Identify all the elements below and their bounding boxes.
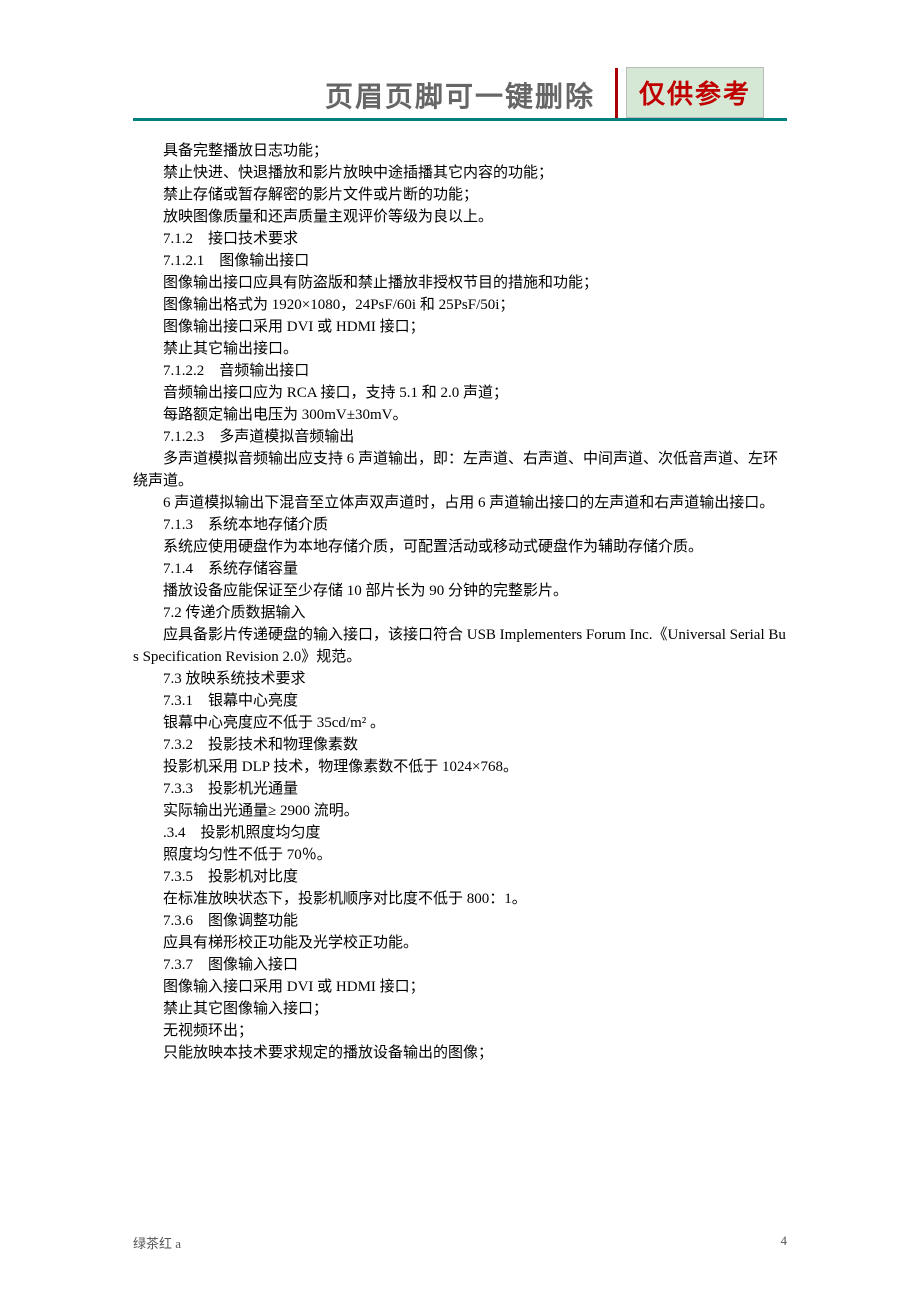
footer-left: 绿茶红 a bbox=[133, 1236, 181, 1251]
body-line: 只能放映本技术要求规定的播放设备输出的图像； bbox=[133, 1042, 787, 1064]
body-line: 实际输出光通量≥ 2900 流明。 bbox=[133, 800, 787, 822]
body-line: 无视频环出； bbox=[133, 1020, 787, 1042]
page-footer: 绿茶红 a 4 bbox=[133, 1233, 787, 1252]
body-line: 禁止存储或暂存解密的影片文件或片断的功能； bbox=[133, 184, 787, 206]
header-stamp: 仅供参考 bbox=[626, 67, 764, 118]
body-line: 银幕中心亮度应不低于 35cd/m² 。 bbox=[133, 712, 787, 734]
body-line: 7.1.4 系统存储容量 bbox=[133, 558, 787, 580]
body-line: 7.3.3 投影机光通量 bbox=[133, 778, 787, 800]
body-line: 禁止快进、快退播放和影片放映中途插播其它内容的功能； bbox=[133, 162, 787, 184]
body-line: 7.1.2.2 音频输出接口 bbox=[133, 360, 787, 382]
body-line: 投影机采用 DLP 技术，物理像素数不低于 1024×768。 bbox=[133, 756, 787, 778]
header-stamp-wrapper: 仅供参考 bbox=[615, 67, 764, 118]
body-line: 多声道模拟音频输出应支持 6 声道输出，即：左声道、右声道、中间声道、次低音声道… bbox=[133, 448, 787, 492]
body-line: 播放设备应能保证至少存储 10 部片长为 90 分钟的完整影片。 bbox=[133, 580, 787, 602]
body-line: 系统应使用硬盘作为本地存储介质，可配置活动或移动式硬盘作为辅助存储介质。 bbox=[133, 536, 787, 558]
page-number: 4 bbox=[781, 1233, 788, 1249]
body-line: 放映图像质量和还声质量主观评价等级为良以上。 bbox=[133, 206, 787, 228]
header-underline bbox=[133, 118, 787, 121]
body-line: 7.3.7 图像输入接口 bbox=[133, 954, 787, 976]
body-line: 在标准放映状态下，投影机顺序对比度不低于 800：1。 bbox=[133, 888, 787, 910]
body-line: 7.3.1 银幕中心亮度 bbox=[133, 690, 787, 712]
body-line: 7.1.3 系统本地存储介质 bbox=[133, 514, 787, 536]
body-line: 7.3.2 投影技术和物理像素数 bbox=[133, 734, 787, 756]
body-line: 图像输出接口应具有防盗版和禁止播放非授权节目的措施和功能； bbox=[133, 272, 787, 294]
body-line: 具备完整播放日志功能； bbox=[133, 140, 787, 162]
body-line: 7.1.2 接口技术要求 bbox=[133, 228, 787, 250]
body-line: .3.4 投影机照度均匀度 bbox=[133, 822, 787, 844]
body-line: 照度均匀性不低于 70％。 bbox=[133, 844, 787, 866]
page-header: 页眉页脚可一键删除 仅供参考 bbox=[0, 75, 920, 115]
body-line: 图像输出接口采用 DVI 或 HDMI 接口； bbox=[133, 316, 787, 338]
body-line: 7.1.2.3 多声道模拟音频输出 bbox=[133, 426, 787, 448]
body-line: 7.3.6 图像调整功能 bbox=[133, 910, 787, 932]
body-line: 应具备影片传递硬盘的输入接口，该接口符合 USB Implementers Fo… bbox=[133, 624, 787, 668]
body-line: 7.3.5 投影机对比度 bbox=[133, 866, 787, 888]
body-line: 6 声道模拟输出下混音至立体声双声道时，占用 6 声道输出接口的左声道和右声道输… bbox=[133, 492, 787, 514]
body-line: 禁止其它输出接口。 bbox=[133, 338, 787, 360]
stamp-divider bbox=[615, 68, 618, 118]
body-line: 7.2 传递介质数据输入 bbox=[133, 602, 787, 624]
body-line: 音频输出接口应为 RCA 接口，支持 5.1 和 2.0 声道； bbox=[133, 382, 787, 404]
body-line: 图像输入接口采用 DVI 或 HDMI 接口； bbox=[133, 976, 787, 998]
body-line: 7.1.2.1 图像输出接口 bbox=[133, 250, 787, 272]
document-body: 具备完整播放日志功能；禁止快进、快退播放和影片放映中途插播其它内容的功能；禁止存… bbox=[133, 140, 787, 1064]
body-line: 每路额定输出电压为 300mV±30mV。 bbox=[133, 404, 787, 426]
body-line: 禁止其它图像输入接口； bbox=[133, 998, 787, 1020]
header-title: 页眉页脚可一键删除 bbox=[325, 75, 595, 115]
body-line: 7.3 放映系统技术要求 bbox=[133, 668, 787, 690]
body-line: 图像输出格式为 1920×1080，24PsF/60i 和 25PsF/50i； bbox=[133, 294, 787, 316]
body-line: 应具有梯形校正功能及光学校正功能。 bbox=[133, 932, 787, 954]
